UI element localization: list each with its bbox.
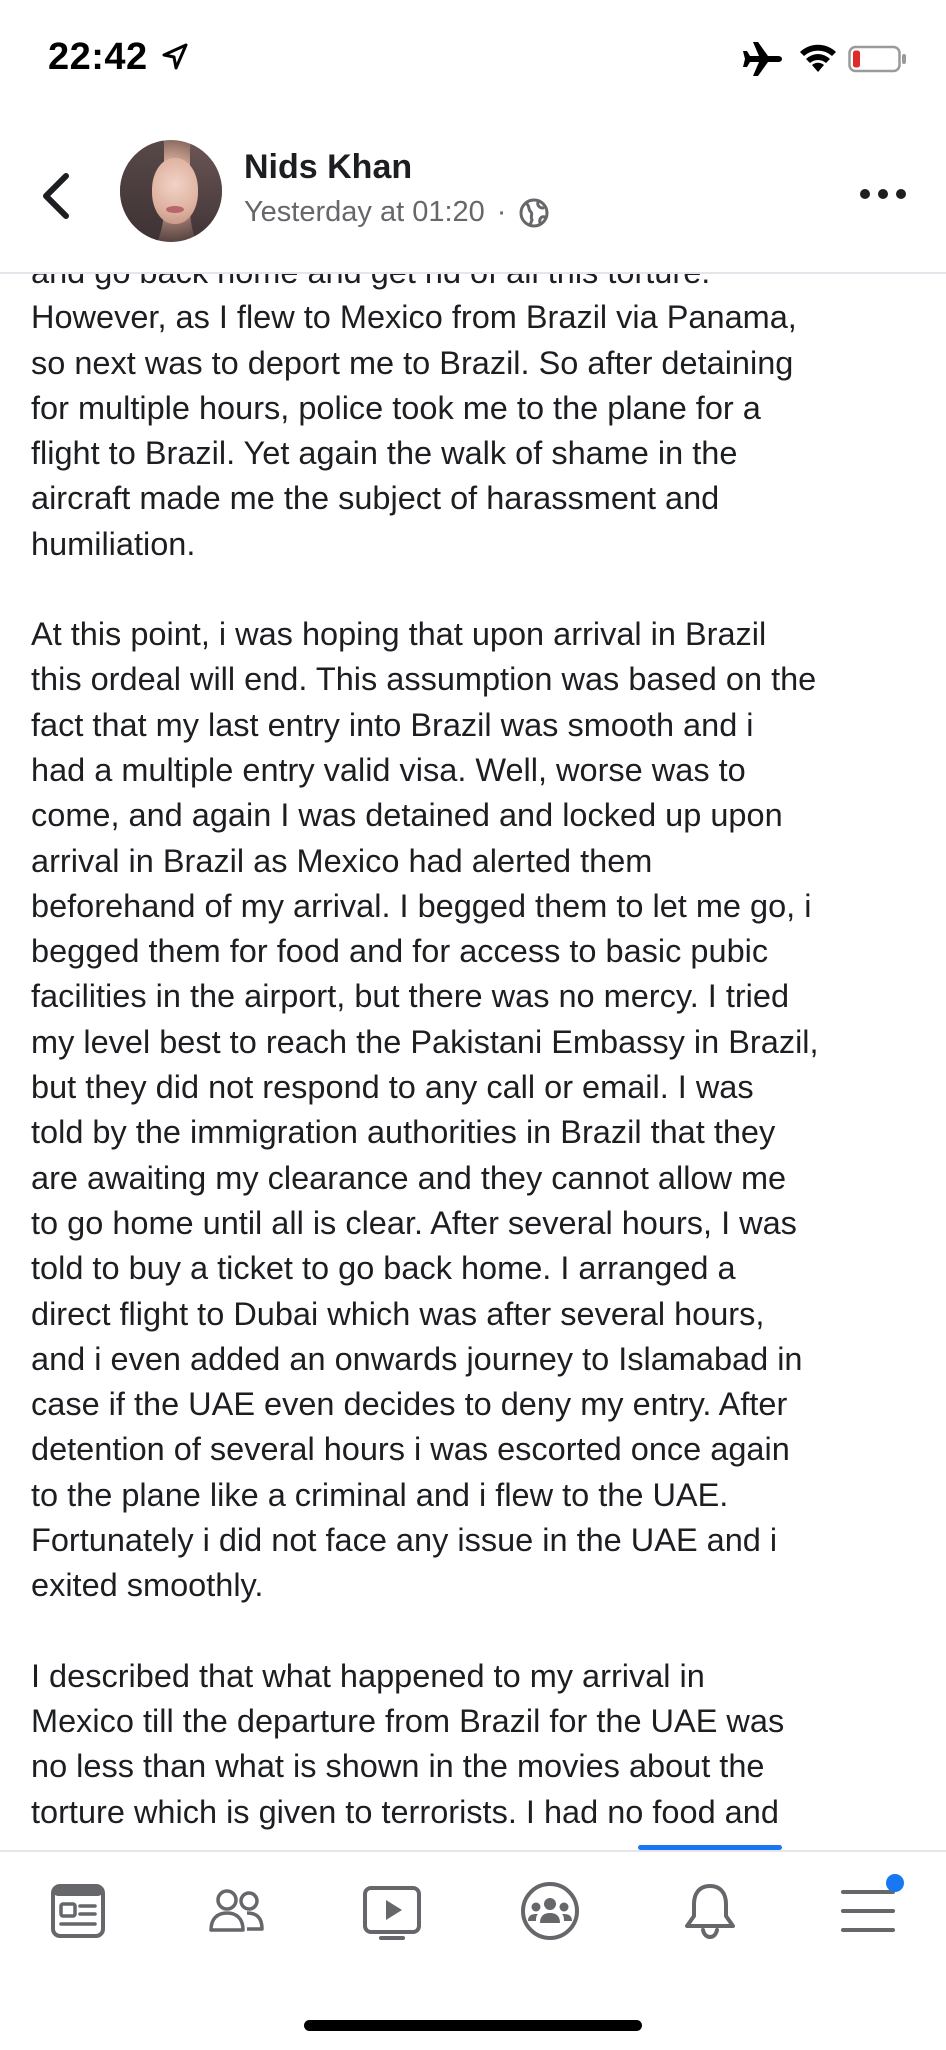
bottom-tab-bar <box>0 1850 946 2050</box>
post-body: and go back home and get rid of all this… <box>0 272 946 1850</box>
news-feed-icon <box>51 1884 105 1938</box>
post-text-line: At this point, i was hoping that upon ar… <box>31 616 767 653</box>
tab-news-feed[interactable] <box>38 1876 118 1946</box>
post-text-line: case if the UAE even decides to deny my … <box>31 1386 788 1423</box>
post-text-line: told to buy a ticket to go back home. I … <box>31 1250 736 1287</box>
post-meta: Yesterday at 01:20 · <box>244 196 550 229</box>
wifi-icon <box>800 44 836 72</box>
bell-icon <box>685 1884 735 1940</box>
post-text-line: direct flight to Dubai which was after s… <box>31 1295 765 1332</box>
post-text-line: are awaiting my clearance and they canno… <box>31 1159 787 1196</box>
post-text-line: begged them for food and for access to b… <box>31 933 769 970</box>
more-options-icon[interactable] <box>858 180 908 208</box>
globe-icon <box>519 198 549 227</box>
post-text-line: humiliation. <box>31 525 196 562</box>
post-text-line: so next was to deport me to Brazil. So a… <box>31 344 794 381</box>
post-text-line: detention of several hours i was escorte… <box>31 1431 790 1468</box>
post-text-line: told by the immigration authorities in B… <box>31 1114 776 1151</box>
post-text-line: exited smoothly. <box>31 1567 264 1604</box>
post-text-line: facilities in the airport, but there was… <box>31 978 790 1015</box>
post-timestamp[interactable]: Yesterday at 01:20 <box>244 196 485 229</box>
groups-icon <box>521 1882 579 1940</box>
battery-low-icon <box>848 45 906 73</box>
post-text-line: Mexico till the departure from Brazil fo… <box>31 1702 785 1739</box>
post-paragraph: I described that what happened to my arr… <box>31 1654 931 1835</box>
tab-watch[interactable] <box>352 1876 432 1946</box>
post-text: and go back home and get rid of all this… <box>31 272 931 1850</box>
location-arrow-icon <box>162 43 188 70</box>
status-bar: 22:42 <box>0 0 946 118</box>
post-text-line: and go back home and get rid of all this… <box>31 272 711 290</box>
post-paragraph: At this point, i was hoping that upon ar… <box>31 612 931 1609</box>
post-text-line: Fortunately i did not face any issue in … <box>31 1522 778 1559</box>
author-name[interactable]: Nids Khan <box>244 148 412 187</box>
tab-friends[interactable] <box>196 1876 276 1946</box>
tab-notifications[interactable] <box>670 1876 750 1946</box>
post-text-line: for multiple hours, police took me to th… <box>31 389 761 426</box>
menu-notification-dot <box>886 1874 904 1892</box>
meta-separator: · <box>496 196 507 228</box>
back-chevron-icon[interactable] <box>36 168 76 224</box>
tab-groups[interactable] <box>510 1876 590 1946</box>
post-text-line: arrival in Brazil as Mexico had alerted … <box>31 842 653 879</box>
post-text-line: come, and again I was detained and locke… <box>31 797 783 834</box>
post-text-line: had a multiple entry valid visa. Well, w… <box>31 751 746 788</box>
post-text-line: aircraft made me the subject of harassme… <box>31 480 720 517</box>
post-header: Nids Khan Yesterday at 01:20 · <box>0 118 946 274</box>
video-play-icon <box>363 1886 421 1940</box>
post-paragraph: and go back home and get rid of all this… <box>31 272 931 567</box>
home-indicator[interactable] <box>304 2020 642 2031</box>
friends-icon <box>209 1889 264 1932</box>
status-time: 22:42 <box>48 36 148 78</box>
post-text-line: my level best to reach the Pakistani Emb… <box>31 1023 819 1060</box>
avatar[interactable] <box>120 140 222 242</box>
post-text-line: However, as I flew to Mexico from Brazil… <box>31 299 797 336</box>
post-text-line: no less than what is shown in the movies… <box>31 1748 765 1785</box>
post-text-line: flight to Brazil. Yet again the walk of … <box>31 435 738 472</box>
post-text-line: I described that what happened to my arr… <box>31 1657 705 1694</box>
post-text-line: and i even added an onwards journey to I… <box>31 1340 803 1377</box>
airplane-mode-icon <box>743 42 782 76</box>
post-text-line: fact that my last entry into Brazil was … <box>31 706 754 743</box>
post-text-line: torture which is given to terrorists. I … <box>31 1793 779 1830</box>
post-text-line: to the plane like a criminal and i flew … <box>31 1476 729 1513</box>
post-text-line: this ordeal will end. This assumption wa… <box>31 661 817 698</box>
post-text-line: but they did not respond to any call or … <box>31 1069 754 1106</box>
post-text-line: beforehand of my arrival. I begged them … <box>31 887 812 924</box>
post-text-line: to go home until all is clear. After sev… <box>31 1204 797 1241</box>
